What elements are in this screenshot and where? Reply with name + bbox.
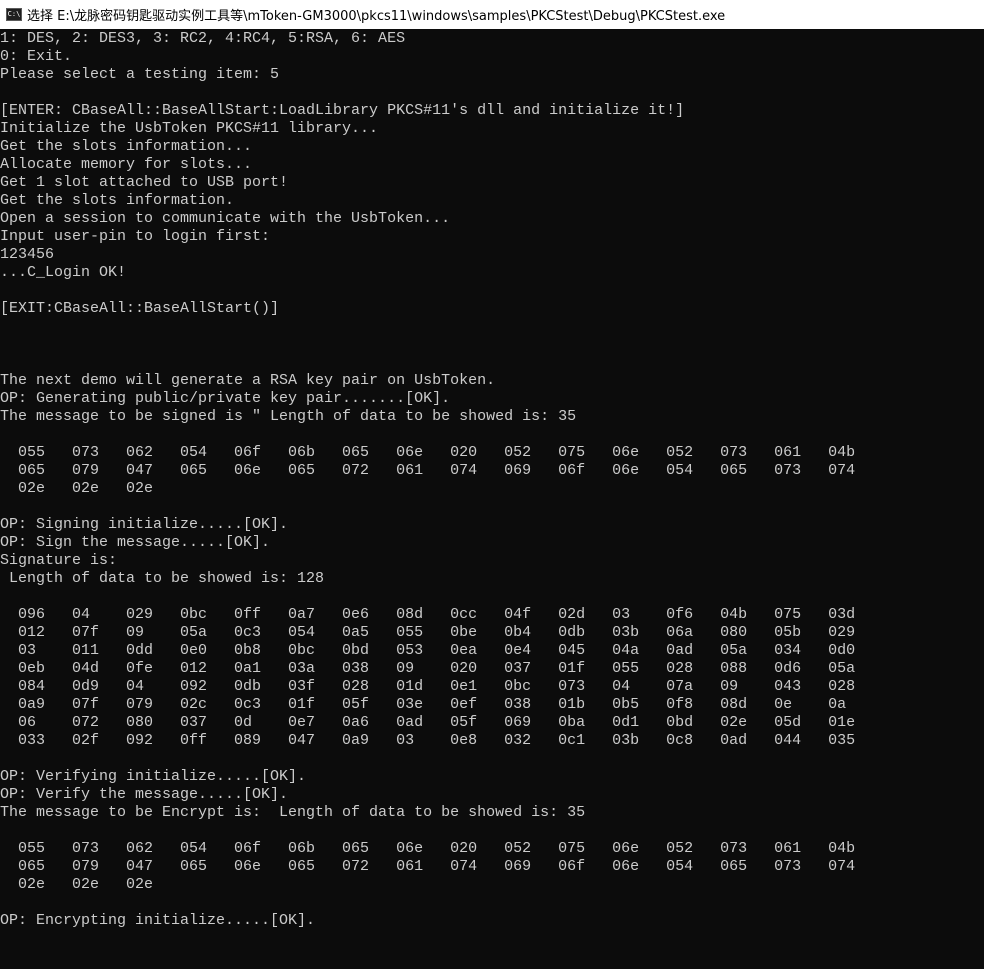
console-line: OP: Verify the message.....[OK].	[0, 786, 289, 803]
console-line: 096 04 029 0bc 0ff 0a7 0e6 08d 0cc 04f 0…	[0, 606, 856, 623]
console-line: Get the slots information.	[0, 192, 235, 209]
console-line: 065 079 047 065 06e 065 072 061 074 069 …	[0, 462, 856, 479]
console-app-icon[interactable]: C:\	[6, 8, 22, 21]
console-line: 065 079 047 065 06e 065 072 061 074 069 …	[0, 858, 856, 875]
console-line: 0: Exit.	[0, 48, 73, 65]
console-line: 012 07f 09 05a 0c3 054 0a5 055 0be 0b4 0…	[0, 624, 856, 641]
window-title: 选择 E:\龙脉密码钥匙驱动实例工具等\mToken-GM3000\pkcs11…	[27, 9, 726, 24]
console-line: 02e 02e 02e	[0, 876, 154, 893]
console-line: Initialize the UsbToken PKCS#11 library.…	[0, 120, 379, 137]
console-line: 0eb 04d 0fe 012 0a1 03a 038 09 020 037 0…	[0, 660, 856, 677]
console-line: The next demo will generate a RSA key pa…	[0, 372, 496, 389]
console-line: 084 0d9 04 092 0db 03f 028 01d 0e1 0bc 0…	[0, 678, 856, 695]
console-line: 03 011 0dd 0e0 0b8 0bc 0bd 053 0ea 0e4 0…	[0, 642, 856, 659]
console-line: Input user-pin to login first:	[0, 228, 271, 245]
console-line: Allocate memory for slots...	[0, 156, 253, 173]
console-line: Get the slots information...	[0, 138, 253, 155]
console-line: The message to be Encrypt is: Length of …	[0, 804, 586, 821]
console-line: 033 02f 092 0ff 089 047 0a9 03 0e8 032 0…	[0, 732, 856, 749]
console-line: Get 1 slot attached to USB port!	[0, 174, 289, 191]
console-line: 123456	[0, 246, 55, 263]
console-line: Open a session to communicate with the U…	[0, 210, 451, 227]
console-line: OP: Generating public/private key pair..…	[0, 390, 451, 407]
console-line: The message to be signed is " Length of …	[0, 408, 577, 425]
console-window: C:\ 选择 E:\龙脉密码钥匙驱动实例工具等\mToken-GM3000\pk…	[0, 0, 984, 969]
console-line: 06 072 080 037 0d 0e7 0a6 0ad 05f 069 0b…	[0, 714, 856, 731]
title-bar[interactable]: C:\ 选择 E:\龙脉密码钥匙驱动实例工具等\mToken-GM3000\pk…	[0, 0, 984, 29]
console-line: OP: Verifying initialize.....[OK].	[0, 768, 307, 785]
console-line: 055 073 062 054 06f 06b 065 06e 020 052 …	[0, 444, 856, 461]
console-line: OP: Sign the message.....[OK].	[0, 534, 271, 551]
console-line: Length of data to be showed is: 128	[0, 570, 325, 587]
console-line: OP: Signing initialize.....[OK].	[0, 516, 289, 533]
console-line: 0a9 07f 079 02c 0c3 01f 05f 03e 0ef 038 …	[0, 696, 847, 713]
console-line: [EXIT:CBaseAll::BaseAllStart()]	[0, 300, 280, 317]
console-line: Please select a testing item: 5	[0, 66, 280, 83]
console-line: 1: DES, 2: DES3, 3: RC2, 4:RC4, 5:RSA, 6…	[0, 30, 406, 47]
console-line: OP: Encrypting initialize.....[OK].	[0, 912, 316, 929]
console-line: 02e 02e 02e	[0, 480, 154, 497]
console-line: 055 073 062 054 06f 06b 065 06e 020 052 …	[0, 840, 856, 857]
console-line: Signature is:	[0, 552, 118, 569]
console-line: ...C_Login OK!	[0, 264, 127, 281]
console-output[interactable]: 1: DES, 2: DES3, 3: RC2, 4:RC4, 5:RSA, 6…	[0, 30, 984, 969]
console-line: [ENTER: CBaseAll::BaseAllStart:LoadLibra…	[0, 102, 685, 119]
